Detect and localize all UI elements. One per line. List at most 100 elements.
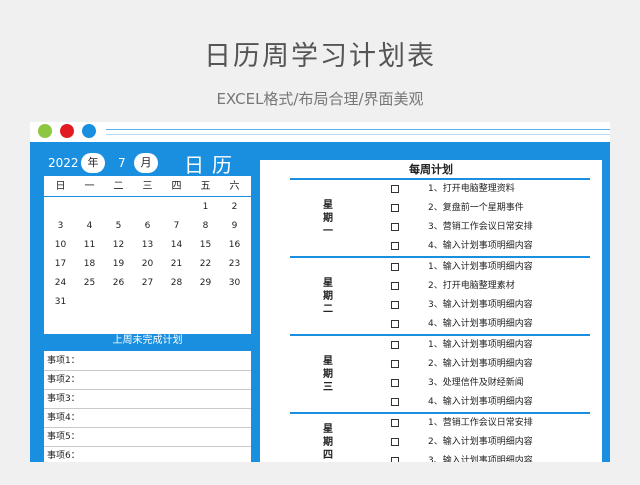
task-checkbox[interactable] bbox=[391, 204, 399, 212]
calendar-day[interactable]: 27 bbox=[133, 274, 162, 293]
calendar-day[interactable]: 3 bbox=[46, 217, 75, 236]
calendar-day[interactable]: 23 bbox=[220, 255, 249, 274]
calendar-week-row: 10 11 12 13 14 15 16 bbox=[44, 236, 251, 255]
task-checkbox[interactable] bbox=[391, 263, 399, 271]
calendar-day[interactable]: 13 bbox=[133, 236, 162, 255]
task-row: 3、输入计划事项明细内容 bbox=[260, 296, 602, 315]
task-checkbox[interactable] bbox=[391, 398, 399, 406]
calendar-day[interactable]: 30 bbox=[220, 274, 249, 293]
task-text: 2、打开电脑整理素材 bbox=[428, 281, 515, 291]
calendar-day[interactable]: 17 bbox=[46, 255, 75, 274]
calendar-day[interactable]: 26 bbox=[104, 274, 133, 293]
calendar-day[interactable]: 24 bbox=[46, 274, 75, 293]
task-text: 4、输入计划事项明细内容 bbox=[428, 397, 533, 407]
task-text: 4、输入计划事项明细内容 bbox=[428, 319, 533, 329]
task-text: 3、处理信件及财经新闻 bbox=[428, 378, 524, 388]
task-text: 3、输入计划事项明细内容 bbox=[428, 300, 533, 310]
task-checkbox[interactable] bbox=[391, 341, 399, 349]
task-text: 3、营销工作会议日常安排 bbox=[428, 222, 533, 232]
task-row: 1、营销工作会议日常安排 bbox=[260, 414, 602, 433]
day-label: 星期三 bbox=[318, 355, 338, 394]
pending-title: 上周未完成计划 bbox=[112, 335, 183, 346]
day-label: 星期四 bbox=[318, 423, 338, 462]
calendar-week-row: 24 25 26 27 28 29 30 bbox=[44, 274, 251, 293]
calendar-day[interactable]: 9 bbox=[220, 217, 249, 236]
calendar-day[interactable]: 25 bbox=[75, 274, 104, 293]
task-text: 1、打开电脑整理资料 bbox=[428, 184, 515, 194]
calendar-day[interactable]: 5 bbox=[104, 217, 133, 236]
task-checkbox[interactable] bbox=[391, 185, 399, 193]
task-text: 1、输入计划事项明细内容 bbox=[428, 340, 533, 350]
day-label-char: 一 bbox=[323, 225, 333, 237]
calendar-day[interactable]: 18 bbox=[75, 255, 104, 274]
pending-item[interactable]: 事项3： bbox=[44, 390, 251, 409]
calendar-day[interactable]: 20 bbox=[133, 255, 162, 274]
calendar-day[interactable]: 6 bbox=[133, 217, 162, 236]
calendar-day[interactable]: 1 bbox=[191, 198, 220, 217]
task-checkbox[interactable] bbox=[391, 301, 399, 309]
titlebar-line bbox=[106, 129, 610, 130]
task-row: 3、营销工作会议日常安排 bbox=[260, 218, 602, 237]
calendar-day[interactable]: 22 bbox=[191, 255, 220, 274]
calendar-day[interactable]: 19 bbox=[104, 255, 133, 274]
day-label: 星期一 bbox=[318, 199, 338, 238]
calendar-day[interactable]: 4 bbox=[75, 217, 104, 236]
calendar-day[interactable]: 11 bbox=[75, 236, 104, 255]
task-row: 2、输入计划事项明细内容 bbox=[260, 433, 602, 452]
pending-item[interactable]: 事项4： bbox=[44, 409, 251, 428]
task-text: 2、输入计划事项明细内容 bbox=[428, 359, 533, 369]
task-checkbox[interactable] bbox=[391, 320, 399, 328]
spreadsheet-window: 2022 年 7 月 日历 日一二三四五六 1 2 3 4 5 6 7 8 9 10 11 12 13 14… bbox=[30, 122, 610, 462]
pending-item[interactable]: 事项5： bbox=[44, 428, 251, 447]
task-row: 1、输入计划事项明细内容 bbox=[260, 258, 602, 277]
task-checkbox[interactable] bbox=[391, 242, 399, 250]
task-checkbox[interactable] bbox=[391, 223, 399, 231]
task-row: 1、打开电脑整理资料 bbox=[260, 180, 602, 199]
task-row: 2、打开电脑整理素材 bbox=[260, 277, 602, 296]
pending-item[interactable]: 事项1： bbox=[44, 352, 251, 371]
calendar-day[interactable]: 16 bbox=[220, 236, 249, 255]
task-text: 1、营销工作会议日常安排 bbox=[428, 418, 533, 428]
weekday-label: 六 bbox=[229, 181, 240, 192]
task-text: 4、输入计划事项明细内容 bbox=[428, 241, 533, 251]
day-label-char: 期 bbox=[323, 290, 333, 302]
weekday-label: 一 bbox=[84, 181, 95, 192]
weekday-label: 四 bbox=[171, 181, 182, 192]
task-text: 3、输入计划事项明细内容 bbox=[428, 456, 533, 462]
day-label-char: 星 bbox=[323, 199, 333, 211]
calendar-day[interactable]: 10 bbox=[46, 236, 75, 255]
calendar-title: 日历 bbox=[184, 153, 240, 177]
weekday-label: 五 bbox=[200, 181, 211, 192]
calendar-day[interactable]: 12 bbox=[104, 236, 133, 255]
day-label-char: 星 bbox=[323, 277, 333, 289]
calendar-day[interactable]: 14 bbox=[162, 236, 191, 255]
calendar-day[interactable]: 15 bbox=[191, 236, 220, 255]
promo-subtitle: EXCEL格式/布局合理/界面美观 bbox=[216, 90, 424, 108]
weekday-label: 三 bbox=[142, 181, 153, 192]
weekly-plan: 每周计划 1、打开电脑整理资料 2、复盘前一个星期事件 3、营销工作会议日常安排 4、… bbox=[260, 160, 602, 462]
task-text: 2、复盘前一个星期事件 bbox=[428, 203, 524, 213]
window-close-dot[interactable] bbox=[60, 124, 74, 138]
pending-item[interactable]: 事项6： bbox=[44, 447, 251, 462]
task-checkbox[interactable] bbox=[391, 457, 399, 462]
task-checkbox[interactable] bbox=[391, 360, 399, 368]
pending-item[interactable]: 事项2： bbox=[44, 371, 251, 390]
calendar-day[interactable]: 2 bbox=[220, 198, 249, 217]
calendar-day[interactable]: 7 bbox=[162, 217, 191, 236]
calendar-day[interactable]: 8 bbox=[191, 217, 220, 236]
calendar-day[interactable]: 29 bbox=[191, 274, 220, 293]
calendar-week-row: 17 18 19 20 21 22 23 bbox=[44, 255, 251, 274]
task-row: 3、输入计划事项明细内容 bbox=[260, 452, 602, 462]
task-checkbox[interactable] bbox=[391, 419, 399, 427]
calendar-day[interactable]: 21 bbox=[162, 255, 191, 274]
calendar-grid: 日一二三四五六 1 2 3 4 5 6 7 8 9 10 11 12 13 14 15 16 17 18 19 20 21… bbox=[44, 176, 251, 334]
window-maximize-dot[interactable] bbox=[38, 124, 52, 138]
task-checkbox[interactable] bbox=[391, 282, 399, 290]
calendar-day[interactable]: 28 bbox=[162, 274, 191, 293]
day-label-char: 星 bbox=[323, 355, 333, 367]
task-checkbox[interactable] bbox=[391, 379, 399, 387]
window-minimize-dot[interactable] bbox=[82, 124, 96, 138]
calendar-day[interactable]: 31 bbox=[46, 293, 75, 312]
task-checkbox[interactable] bbox=[391, 438, 399, 446]
task-row: 3、处理信件及财经新闻 bbox=[260, 374, 602, 393]
